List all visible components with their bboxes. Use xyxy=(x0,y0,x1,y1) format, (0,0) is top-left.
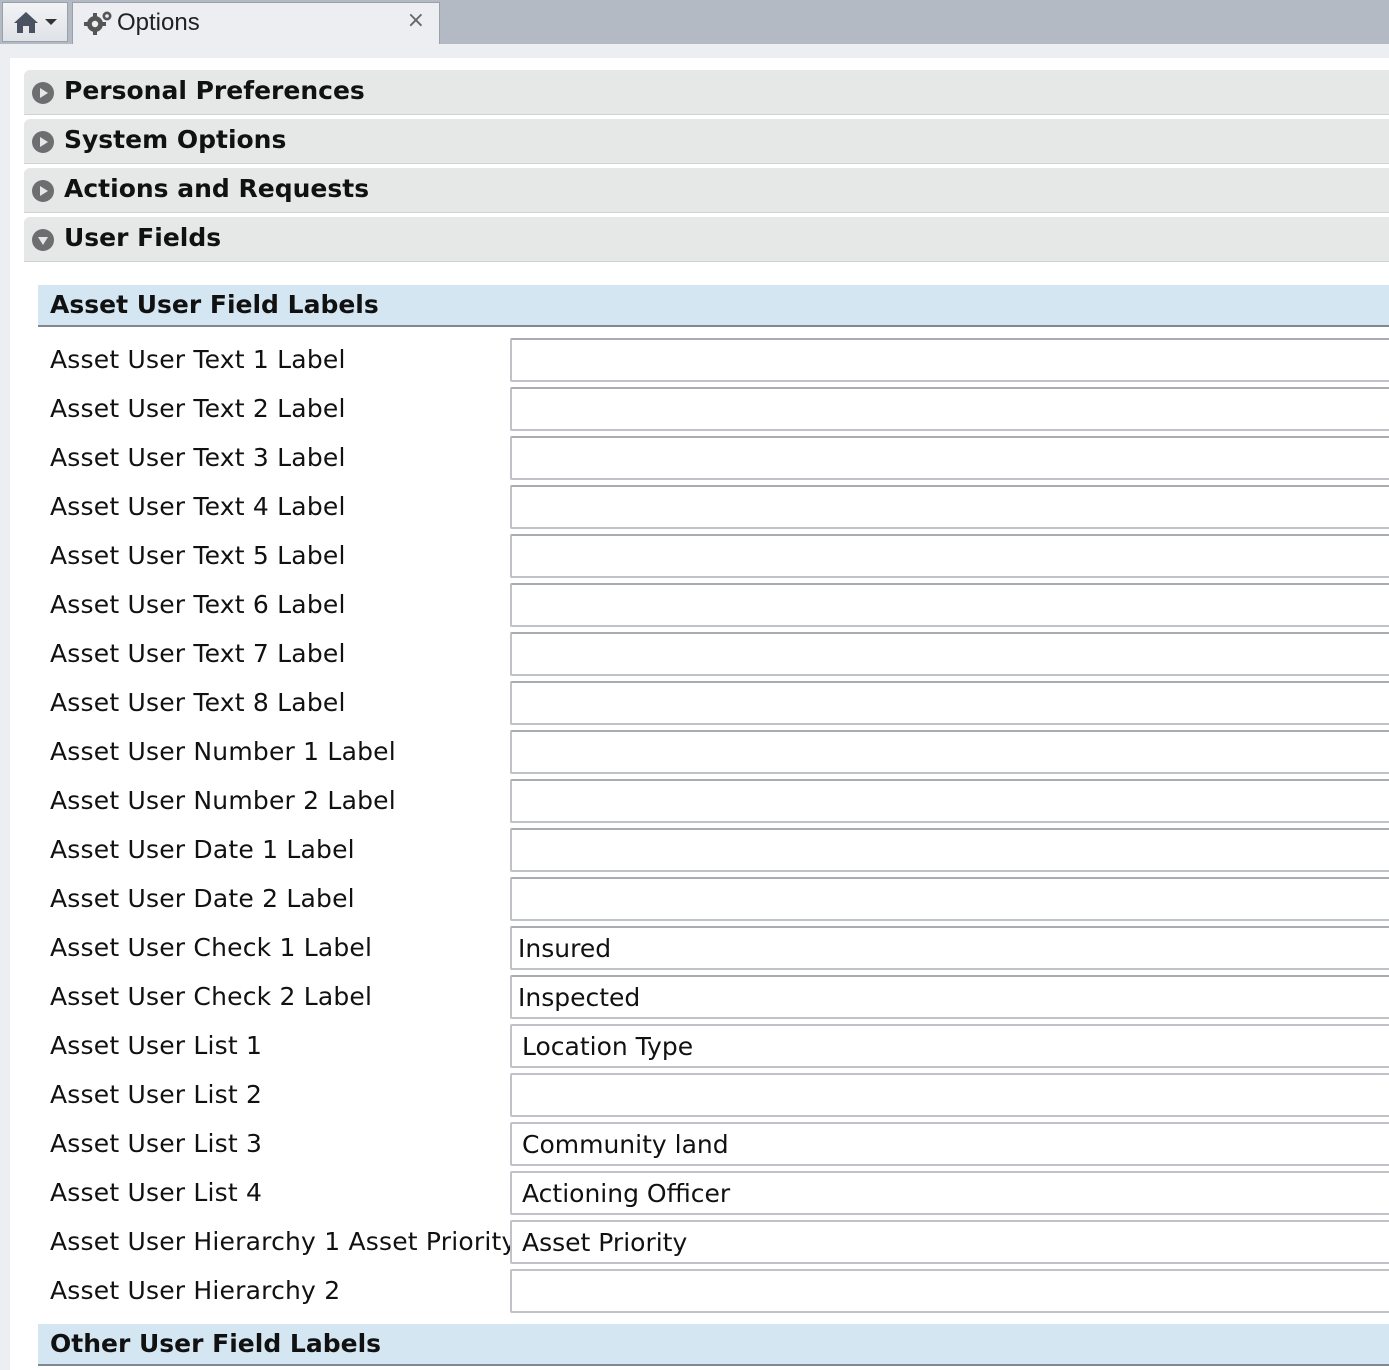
form-row: Asset User Hierarchy 1 Asset Priority Ass… xyxy=(38,1220,1389,1266)
form-row: Asset User Text 3 Label xyxy=(38,436,1389,482)
selected-value: Community land xyxy=(522,1130,729,1159)
section-asset-user-field-labels: Asset User Field Labels xyxy=(38,285,1389,327)
collapse-arrow-icon xyxy=(32,229,54,251)
form-row: Asset User Hierarchy 2 xyxy=(38,1269,1389,1315)
section-other-user-field-labels: Other User Field Labels xyxy=(38,1324,1389,1366)
home-icon xyxy=(13,10,39,34)
field-label: Asset User Text 4 Label xyxy=(50,492,346,521)
form-row: Asset User Text 7 Label xyxy=(38,632,1389,678)
list-select[interactable]: Location Type xyxy=(510,1024,1389,1068)
options-panel: Personal Preferences System Options Acti… xyxy=(10,58,1389,1370)
section-title: Asset User Field Labels xyxy=(50,290,379,319)
field-label: Asset User Check 1 Label xyxy=(50,933,373,962)
list-select[interactable] xyxy=(510,1269,1389,1313)
list-select[interactable]: Community land xyxy=(510,1122,1389,1166)
field-label: Asset User Number 1 Label xyxy=(50,737,396,766)
form-row: Asset User Date 1 Label xyxy=(38,828,1389,874)
label-text-input[interactable] xyxy=(510,338,1389,382)
form-row: Asset User Number 1 Label xyxy=(38,730,1389,776)
field-label: Asset User List 1 xyxy=(50,1031,263,1060)
selected-value: Actioning Officer xyxy=(522,1179,731,1208)
selected-value: Location Type xyxy=(522,1032,694,1061)
form-row: Asset User List 2 xyxy=(38,1073,1389,1119)
field-label: Asset User List 3 xyxy=(50,1129,263,1158)
label-text-input[interactable] xyxy=(510,436,1389,480)
accordion-system-options[interactable]: System Options xyxy=(24,119,1389,164)
form-row: Asset User Text 6 Label xyxy=(38,583,1389,629)
field-label: Asset User Text 8 Label xyxy=(50,688,346,717)
label-text-input[interactable] xyxy=(510,632,1389,676)
label-text-input[interactable] xyxy=(510,877,1389,921)
gear-icon xyxy=(84,10,114,40)
tab-title: Options xyxy=(117,9,200,36)
label-text-input[interactable] xyxy=(510,828,1389,872)
accordion-user-fields[interactable]: User Fields xyxy=(24,217,1389,262)
field-label: Asset User Text 1 Label xyxy=(50,345,346,374)
form-row: Asset User List 1 Location Type xyxy=(38,1024,1389,1070)
form-row: Asset User Text 1 Label xyxy=(38,338,1389,384)
accordion-label: Actions and Requests xyxy=(64,174,370,203)
tab-strip: Options × xyxy=(0,0,1389,45)
accordion-actions-and-requests[interactable]: Actions and Requests xyxy=(24,168,1389,213)
form-row: Asset User List 3 Community land xyxy=(38,1122,1389,1168)
label-text-input[interactable] xyxy=(510,583,1389,627)
label-text-input[interactable] xyxy=(510,485,1389,529)
field-label: Asset User Date 1 Label xyxy=(50,835,355,864)
expand-arrow-icon xyxy=(32,82,54,104)
chevron-down-icon xyxy=(45,18,57,26)
expand-arrow-icon xyxy=(32,180,54,202)
field-label: Asset User Text 6 Label xyxy=(50,590,346,619)
label-text-input[interactable] xyxy=(510,387,1389,431)
field-label: Asset User Number 2 Label xyxy=(50,786,396,815)
list-select[interactable] xyxy=(510,1073,1389,1117)
field-label: Asset User Text 5 Label xyxy=(50,541,346,570)
accordion-label: System Options xyxy=(64,125,287,154)
selected-value: Asset Priority xyxy=(522,1228,688,1257)
label-text-input[interactable] xyxy=(510,926,1389,970)
field-label: Asset User Text 2 Label xyxy=(50,394,346,423)
close-icon[interactable]: × xyxy=(407,8,425,33)
field-label: Asset User Text 3 Label xyxy=(50,443,346,472)
content-frame: Personal Preferences System Options Acti… xyxy=(0,44,1389,1370)
expand-arrow-icon xyxy=(32,131,54,153)
accordion-personal-preferences[interactable]: Personal Preferences xyxy=(24,70,1389,115)
tab-options[interactable]: Options × xyxy=(72,2,440,44)
field-label: Asset User Date 2 Label xyxy=(50,884,355,913)
form-row: Asset User Text 8 Label xyxy=(38,681,1389,727)
field-label: Asset User Text 7 Label xyxy=(50,639,346,668)
form-row: Asset User Date 2 Label xyxy=(38,877,1389,923)
label-text-input[interactable] xyxy=(510,975,1389,1019)
form-row: Asset User Check 2 Label xyxy=(38,975,1389,1021)
field-label: Asset User Hierarchy 1 Asset Priority xyxy=(50,1227,517,1256)
home-menu-button[interactable] xyxy=(2,2,68,42)
form-row: Asset User Number 2 Label xyxy=(38,779,1389,825)
field-label: Asset User List 2 xyxy=(50,1080,263,1109)
accordion-label: Personal Preferences xyxy=(64,76,365,105)
label-text-input[interactable] xyxy=(510,681,1389,725)
label-text-input[interactable] xyxy=(510,534,1389,578)
accordion-label: User Fields xyxy=(64,223,222,252)
label-text-input[interactable] xyxy=(510,779,1389,823)
section-title: Other User Field Labels xyxy=(50,1329,382,1358)
field-label: Asset User Check 2 Label xyxy=(50,982,373,1011)
form-row: Asset User List 4 Actioning Officer xyxy=(38,1171,1389,1217)
label-text-input[interactable] xyxy=(510,730,1389,774)
field-label: Asset User Hierarchy 2 xyxy=(50,1276,341,1305)
list-select[interactable]: Actioning Officer xyxy=(510,1171,1389,1215)
form-row: Asset User Text 4 Label xyxy=(38,485,1389,531)
form-row: Asset User Text 2 Label xyxy=(38,387,1389,433)
form-row: Asset User Check 1 Label xyxy=(38,926,1389,972)
field-label: Asset User List 4 xyxy=(50,1178,263,1207)
list-select[interactable]: Asset Priority xyxy=(510,1220,1389,1264)
form-row: Asset User Text 5 Label xyxy=(38,534,1389,580)
